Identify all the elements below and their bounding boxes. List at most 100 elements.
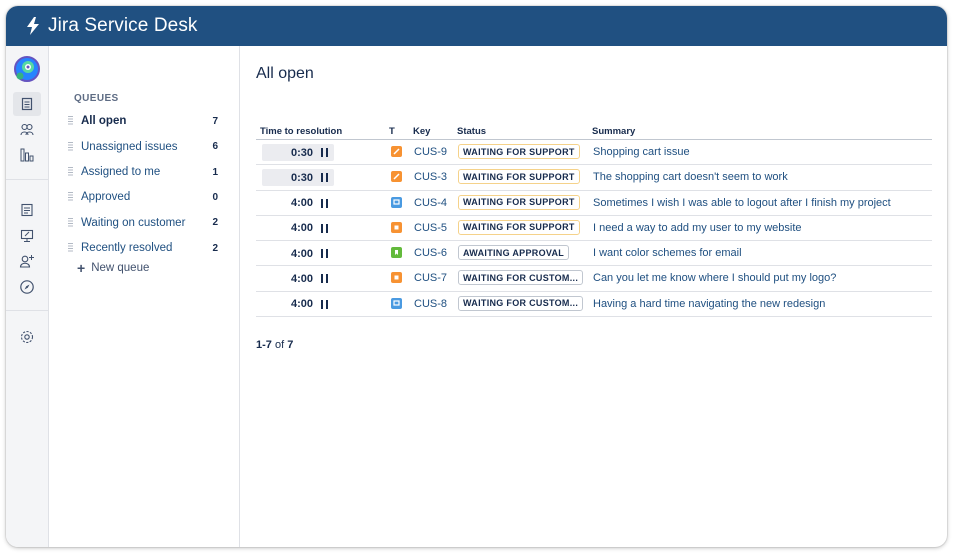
time-to-resolution: 4:00	[262, 195, 334, 212]
queues-heading: QUEUES	[74, 93, 119, 104]
queue-item-recently-resolved[interactable]: Recently resolved 2	[68, 237, 218, 259]
status-lozenge: WAITING FOR SUPPORT	[458, 144, 580, 159]
time-to-resolution: 4:00	[262, 296, 334, 313]
queues-icon[interactable]	[13, 92, 41, 116]
time-value: 0:30	[290, 146, 313, 159]
drag-handle-icon[interactable]	[68, 192, 73, 202]
pause-icon	[321, 299, 328, 309]
issue-summary-link[interactable]: Sometimes I wish I was able to logout af…	[593, 197, 891, 209]
queue-item-waiting-on-customer[interactable]: Waiting on customer 2	[68, 212, 218, 234]
status-lozenge: WAITING FOR CUSTOM...	[458, 295, 584, 311]
pager-range: 1-7	[256, 339, 272, 351]
queue-item-approved[interactable]: Approved 0	[68, 186, 218, 208]
story-icon	[391, 247, 402, 259]
reports-icon[interactable]	[13, 143, 41, 167]
task-icon	[391, 146, 402, 157]
column-header-status[interactable]: Status	[457, 126, 486, 137]
customers-icon[interactable]	[13, 118, 41, 142]
table-row[interactable]: 4:00 CUS-8 WAITING FOR CUSTOM... Having …	[256, 292, 932, 318]
project-avatar-icon[interactable]	[13, 56, 41, 82]
queue-label: Recently resolved	[81, 242, 173, 254]
issue-key-link[interactable]: CUS-4	[414, 197, 447, 209]
pause-icon	[321, 198, 328, 208]
plus-icon: +	[77, 260, 86, 276]
queue-item-unassigned-issues[interactable]: Unassigned issues 6	[68, 136, 218, 158]
settings-icon[interactable]	[13, 325, 41, 349]
drag-handle-icon[interactable]	[68, 167, 73, 177]
column-header-type[interactable]: T	[389, 126, 395, 137]
time-to-resolution: 0:30	[262, 169, 334, 187]
queues-sidebar: QUEUES All open 7 Unassigned issues 6 As…	[49, 46, 240, 547]
queue-label: Waiting on customer	[81, 216, 186, 229]
icon-bar-divider	[6, 179, 49, 180]
status-lozenge: WAITING FOR CUSTOM...	[458, 270, 584, 286]
column-header-time-to-resolution[interactable]: Time to resolution	[260, 126, 342, 137]
table-row[interactable]: 4:00 CUS-7 WAITING FOR CUSTOM... Can you…	[256, 266, 932, 292]
table-row[interactable]: 4:00 CUS-6 AWAITING APPROVAL I want colo…	[256, 241, 932, 267]
queue-item-all-open[interactable]: All open 7	[68, 110, 218, 132]
table-row[interactable]: 0:30 CUS-9 WAITING FOR SUPPORT Shopping …	[256, 140, 932, 166]
time-value: 4:00	[290, 247, 313, 260]
issue-key-link[interactable]: CUS-5	[414, 222, 447, 234]
jira-service-desk-logo-icon[interactable]	[26, 17, 40, 35]
drag-handle-icon[interactable]	[68, 217, 73, 228]
table-row[interactable]: 4:00 CUS-4 WAITING FOR SUPPORT Sometimes…	[256, 191, 932, 216]
issue-key-link[interactable]: CUS-8	[414, 298, 447, 310]
issue-key-link[interactable]: CUS-3	[414, 171, 447, 183]
drag-handle-icon[interactable]	[68, 243, 73, 253]
raise-request-icon[interactable]	[13, 224, 41, 248]
pager-total: 7	[287, 339, 294, 351]
task-icon	[391, 171, 402, 183]
pager-of: of	[274, 339, 285, 351]
table-header: Time to resolution T Key Status Summary	[256, 123, 932, 140]
column-header-summary[interactable]: Summary	[592, 126, 635, 137]
queue-item-assigned-to-me[interactable]: Assigned to me 1	[68, 161, 218, 183]
status-lozenge: WAITING FOR SUPPORT	[458, 194, 580, 210]
app-title[interactable]: Jira Service Desk	[48, 15, 198, 37]
queue-label: Approved	[81, 191, 131, 203]
icon-bar-divider	[6, 310, 49, 311]
time-value: 0:30	[290, 171, 313, 184]
queue-label: Assigned to me	[81, 166, 161, 178]
time-value: 4:00	[290, 298, 313, 311]
issue-summary-link[interactable]: Having a hard time navigating the new re…	[593, 298, 825, 310]
knowledge-base-icon[interactable]	[13, 198, 41, 222]
new-queue-button[interactable]: + New queue	[77, 260, 149, 276]
table-row[interactable]: 0:30 CUS-3 WAITING FOR SUPPORT The shopp…	[256, 165, 932, 191]
bug-icon	[391, 272, 402, 284]
issue-key-link[interactable]: CUS-9	[414, 146, 447, 158]
issue-key-link[interactable]: CUS-7	[414, 272, 447, 284]
queue-count: 1	[212, 166, 218, 178]
sidebar-icon-bar	[6, 46, 49, 547]
table-row[interactable]: 4:00 CUS-5 WAITING FOR SUPPORT I need a …	[256, 216, 932, 242]
status-lozenge: AWAITING APPROVAL	[458, 245, 570, 261]
page-title: All open	[256, 65, 314, 82]
queue-count: 2	[212, 217, 218, 228]
issue-key-link[interactable]: CUS-6	[414, 247, 447, 259]
issue-summary-link[interactable]: Shopping cart issue	[593, 146, 690, 158]
question-icon	[391, 297, 402, 309]
queue-count: 0	[212, 191, 218, 203]
status-lozenge: WAITING FOR SUPPORT	[458, 219, 580, 235]
issue-summary-link[interactable]: I need a way to add my user to my websit…	[593, 222, 802, 234]
app-window: Jira Service Desk QUEUES All open 7 Unas…	[6, 6, 947, 547]
pause-icon	[321, 148, 328, 157]
main-content: All open Time to resolution T Key Status…	[241, 46, 947, 547]
queue-count: 2	[212, 242, 218, 254]
drag-handle-icon[interactable]	[68, 116, 73, 126]
issue-summary-link[interactable]: Can you let me know where I should put m…	[593, 272, 836, 284]
issue-summary-link[interactable]: I want color schemes for email	[593, 247, 742, 259]
time-to-resolution: 0:30	[262, 144, 334, 161]
pagination-summary: 1-7 of 7	[256, 339, 293, 351]
issue-summary-link[interactable]: The shopping cart doesn't seem to work	[593, 171, 788, 183]
time-to-resolution: 4:00	[262, 220, 334, 237]
compass-icon[interactable]	[13, 275, 41, 299]
pause-icon	[321, 223, 328, 233]
column-header-key[interactable]: Key	[413, 126, 430, 137]
time-value: 4:00	[290, 222, 313, 235]
add-people-icon[interactable]	[13, 249, 41, 273]
pause-icon	[321, 249, 328, 259]
time-value: 4:00	[290, 197, 313, 210]
question-icon	[391, 196, 402, 208]
drag-handle-icon[interactable]	[68, 141, 73, 152]
